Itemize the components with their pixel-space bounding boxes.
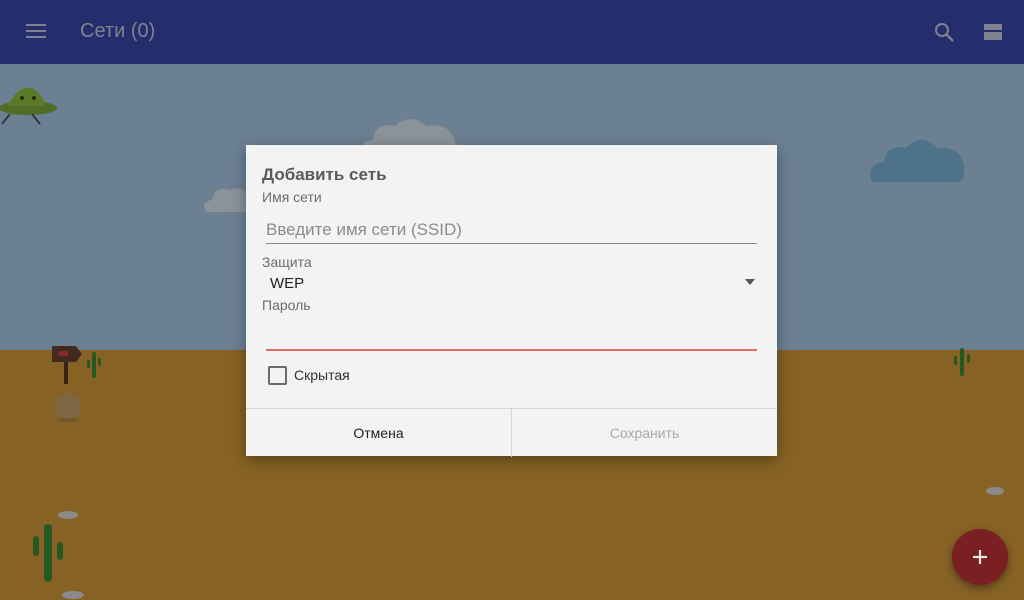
hidden-checkbox[interactable] <box>268 366 287 385</box>
dialog-actions: Отмена Сохранить <box>246 408 777 457</box>
security-value: WEP <box>270 275 305 292</box>
dialog-title: Добавить сеть <box>262 165 387 184</box>
hidden-checkbox-label[interactable]: Скрытая <box>294 367 350 383</box>
dropdown-arrow-icon <box>745 279 755 285</box>
add-network-dialog: Добавить сеть Имя сети Защита WEP Пароль… <box>246 145 777 457</box>
add-network-fab[interactable] <box>952 529 1008 585</box>
ssid-label: Имя сети <box>262 189 322 205</box>
password-label: Пароль <box>262 297 311 313</box>
save-button[interactable]: Сохранить <box>512 409 777 457</box>
ssid-input[interactable] <box>266 217 757 244</box>
cancel-button[interactable]: Отмена <box>246 409 512 457</box>
security-select[interactable]: WEP <box>266 273 757 293</box>
password-input[interactable] <box>266 323 757 351</box>
security-label: Защита <box>262 254 312 270</box>
plus-icon <box>973 550 987 564</box>
